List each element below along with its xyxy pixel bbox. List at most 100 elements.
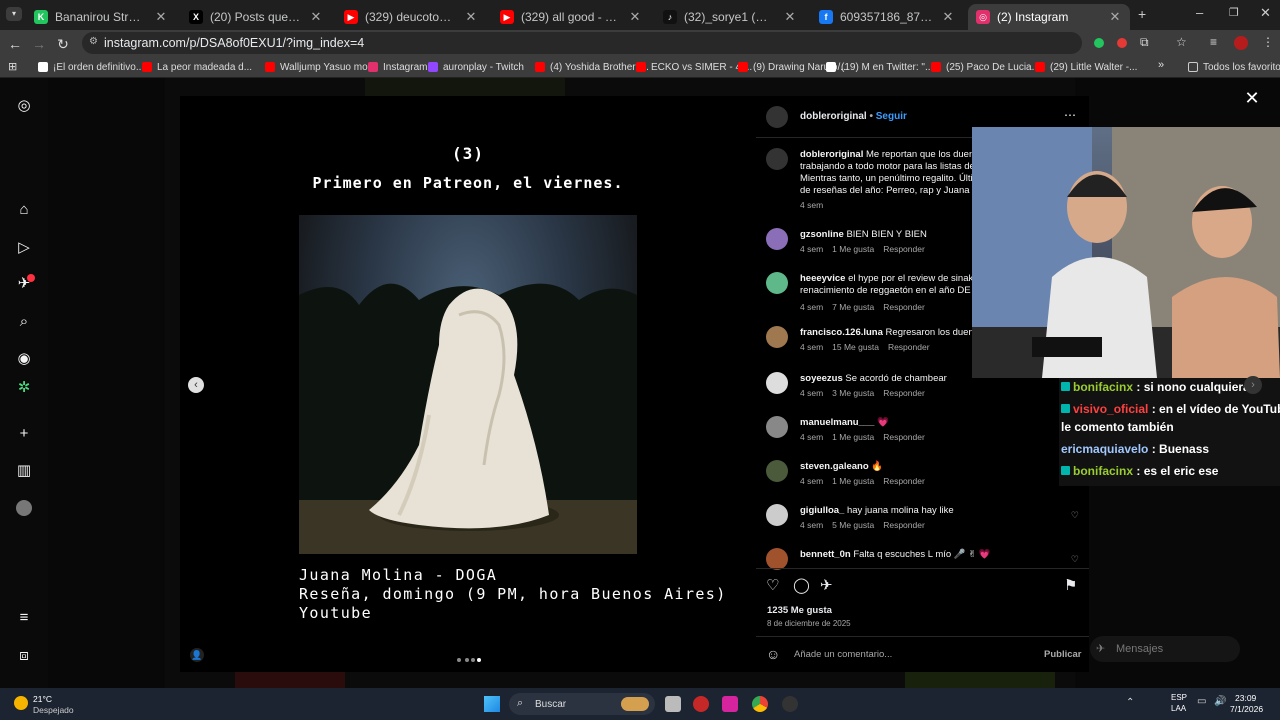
comment-input[interactable]: Añade un comentario... [794,649,892,660]
browser-tab[interactable]: f 609357186_874364935314084 ✕ [811,4,963,30]
comment-icon[interactable]: ◯ [793,576,810,594]
comment-likes[interactable]: 1 Me gusta [832,476,874,486]
commenter-username[interactable]: heeeyvice [800,273,845,284]
comment-likes[interactable]: 3 Me gusta [832,388,874,398]
url-bar[interactable]: ⚙ instagram.com/p/DSA8of0EXU1/?img_index… [82,32,1082,54]
new-tab-button[interactable]: + [1138,6,1146,22]
profile-avatar[interactable] [1234,36,1248,50]
reply-button[interactable]: Responder [883,520,925,530]
comment-likes[interactable]: 5 Me gusta [832,520,874,530]
commenter-avatar[interactable] [766,148,788,170]
commenter-avatar[interactable] [766,372,788,394]
comment-like-icon[interactable]: ♡ [1071,510,1079,521]
browser-tab[interactable]: ▶ (329) deucotos - YouTube ✕ [336,4,486,30]
commenter-username[interactable]: bennett_0n [800,549,851,560]
next-image-button[interactable]: › [1244,376,1262,394]
media-icon[interactable]: ≡ [1210,35,1217,49]
browser-tab[interactable]: ♪ (32)_sorye1 (@_sorye1) | TikTok ✕ [655,4,805,30]
reply-button[interactable]: Responder [883,476,925,486]
tab-close-icon[interactable]: ✕ [628,9,642,25]
volume-icon[interactable]: 🔊 [1214,696,1226,707]
tab-close-icon[interactable]: ✕ [1108,9,1122,25]
create-icon[interactable]: + [14,424,34,444]
tab-close-icon[interactable]: ✕ [309,9,323,25]
forward-icon[interactable]: → [30,35,48,53]
like-count[interactable]: 1235 Me gusta [767,605,832,616]
chrome-icon[interactable] [752,696,768,712]
author-username[interactable]: dobleroriginal [800,111,867,122]
messages-button[interactable]: ✈ Mensajes [1090,636,1240,662]
tab-close-icon[interactable]: ✕ [783,9,797,25]
bookmark-item[interactable]: La peor madeada d... [142,60,252,74]
apps-icon[interactable]: ⊞ [8,60,17,73]
site-info-icon[interactable]: ⚙ [89,36,98,47]
ai-icon[interactable]: ✲ [14,378,34,398]
back-icon[interactable]: ← [6,35,24,53]
window-close-button[interactable]: ✕ [1260,5,1271,21]
bookmark-item[interactable]: auronplay - Twitch [428,60,524,74]
extension-icon[interactable] [1094,38,1104,48]
browser-tab[interactable]: ◎ (2) Instagram ✕ [968,4,1130,30]
commenter-username[interactable]: dobleroriginal [800,149,863,160]
close-modal-icon[interactable]: ✕ [1244,89,1260,107]
meta-icon[interactable]: ⧈ [14,646,34,666]
reply-button[interactable]: Responder [883,302,925,312]
bookmark-item[interactable]: Instagram [368,60,427,74]
bookmark-item[interactable]: (19) M en Twitter: "... [826,60,933,74]
minimize-button[interactable]: – [1196,5,1203,20]
browser-tab[interactable]: X (20) Posts que Sorye (@Emiluve ✕ [181,4,331,30]
commenter-avatar[interactable] [766,504,788,526]
reply-button[interactable]: Responder [883,432,925,442]
tab-search-button[interactable]: ▾ [6,7,22,21]
reels-icon[interactable]: ▷ [14,238,34,258]
menu-icon[interactable]: ⋮ [1262,35,1274,49]
network-icon[interactable]: ▭ [1197,696,1206,707]
weather-icon[interactable] [14,696,28,710]
reload-icon[interactable]: ↻ [54,35,72,53]
bookmark-item[interactable]: ECKO vs SIMER - 4t... [636,60,752,74]
instagram-app-icon[interactable] [722,696,738,712]
bookmark-item[interactable]: ¡El orden definitivo... [38,60,144,74]
browser-tab[interactable]: ▶ (329) all good - YouTube ✕ [492,4,650,30]
browser-tab[interactable]: K Bananirou Stream - Watch Live ✕ [26,4,176,30]
commenter-username[interactable]: gigiulloa_ [800,505,844,516]
bookmark-item[interactable]: (29) Little Walter -... [1035,60,1137,74]
like-icon[interactable]: ♡ [766,576,779,594]
app-icon[interactable] [693,696,709,712]
commenter-avatar[interactable] [766,272,788,294]
commenter-avatar[interactable] [766,326,788,348]
search-icon[interactable]: ⌕ [14,312,34,332]
share-icon[interactable]: ✈ [820,576,833,594]
explore-icon[interactable]: ◉ [14,349,34,369]
home-icon[interactable]: ⌂ [14,200,34,220]
profile-avatar[interactable] [16,500,32,516]
start-icon[interactable] [484,696,500,712]
commenter-username[interactable]: steven.galeano [800,461,869,472]
bookmarks-icon[interactable]: ☆ [1176,35,1187,49]
language-code[interactable]: ESP [1171,693,1187,702]
commenter-avatar[interactable] [766,548,788,570]
save-icon[interactable]: ⚑ [1064,576,1077,594]
tab-close-icon[interactable]: ✕ [941,9,955,25]
comment-likes[interactable]: 7 Me gusta [832,302,874,312]
follow-button[interactable]: Seguir [876,111,907,122]
commenter-avatar[interactable] [766,228,788,250]
publish-button[interactable]: Publicar [1044,649,1082,660]
tab-close-icon[interactable]: ✕ [464,9,478,25]
commenter-username[interactable]: francisco.126.luna [800,327,883,338]
comment-like-icon[interactable]: ♡ [1071,554,1079,565]
commenter-username[interactable]: gzsonline [800,229,844,240]
reply-button[interactable]: Responder [888,342,930,352]
bookmark-item[interactable]: Walljump Yasuo mo... [265,60,376,74]
commenter-username[interactable]: manuelmanu___ [800,417,874,428]
all-bookmarks-folder[interactable]: Todos los favoritos [1188,60,1280,74]
commenter-username[interactable]: soyeezus [800,373,843,384]
more-bookmarks-icon[interactable]: » [1158,59,1164,71]
reply-button[interactable]: Responder [883,244,925,254]
tagged-users-icon[interactable]: 👤 [190,648,204,662]
more-options-icon[interactable]: ⋯ [1064,108,1076,122]
dashboard-icon[interactable]: ▥ [14,461,34,481]
taskview-icon[interactable] [665,696,681,712]
tray-arrow-icon[interactable]: ⌃ [1126,697,1134,708]
reply-button[interactable]: Responder [883,388,925,398]
